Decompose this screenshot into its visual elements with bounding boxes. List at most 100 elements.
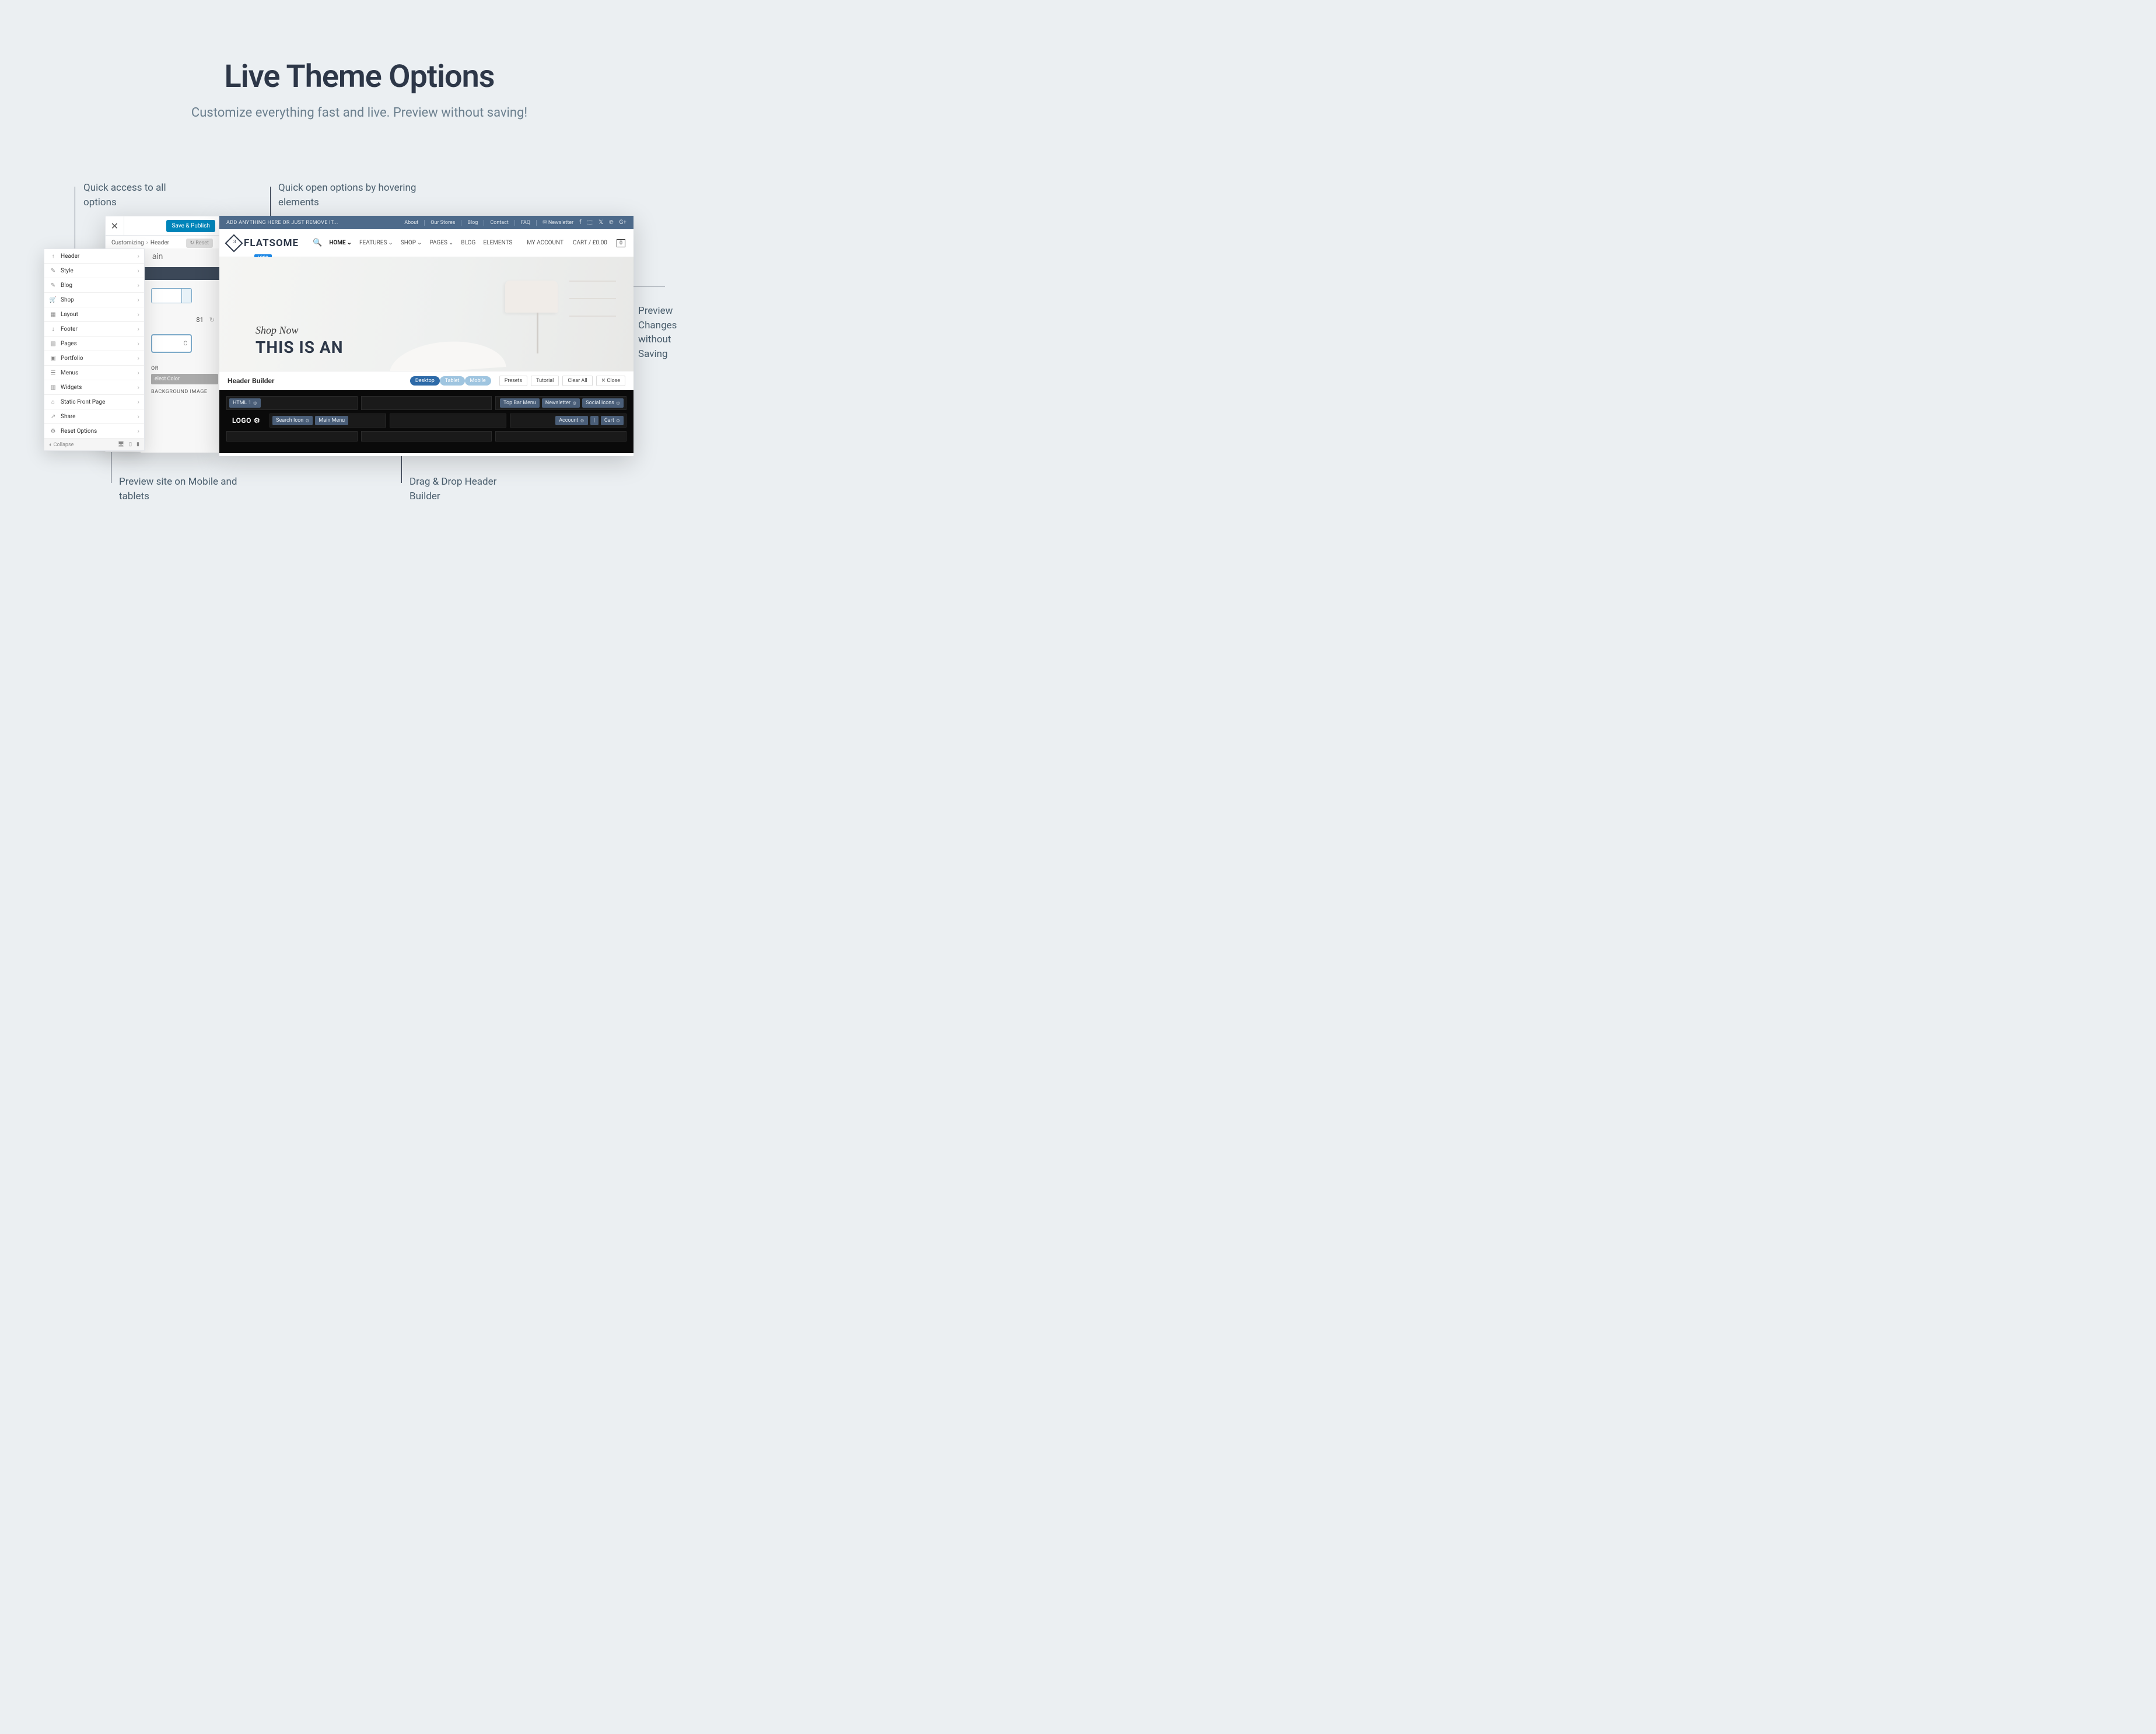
sidebar-item-layout[interactable]: ▦Layout›: [44, 307, 144, 322]
builder-logo-slot[interactable]: LOGO⚙: [226, 414, 266, 428]
account-link[interactable]: MY ACCOUNT: [527, 240, 564, 246]
dropdown[interactable]: C: [151, 334, 192, 353]
briefcase-icon: ▣: [49, 355, 57, 362]
newsletter-link[interactable]: ✉ Newsletter: [542, 220, 573, 226]
hero-headline: THIS IS AN: [256, 338, 343, 357]
mobile-preview-icon[interactable]: ▮: [136, 442, 139, 447]
sidebar-item-reset[interactable]: ⚙Reset Options›: [44, 424, 144, 439]
chip-topbar-menu[interactable]: Top Bar Menu: [500, 398, 540, 408]
builder-slot[interactable]: Top Bar Menu Newsletter⚙ Social Icons⚙: [495, 396, 626, 410]
nav-shop[interactable]: SHOP ⌄: [401, 240, 422, 246]
save-publish-button[interactable]: Save & Publish: [166, 220, 215, 232]
topbar-link-contact[interactable]: Contact: [490, 220, 508, 226]
brand-name: FLATSOME: [244, 237, 299, 249]
topbar-link-about[interactable]: About: [404, 220, 418, 226]
header-builder-title: Header Builder: [228, 377, 274, 385]
arrow-down-icon: ↓: [49, 326, 57, 332]
device-desktop[interactable]: Desktop: [410, 376, 440, 386]
chip-html1[interactable]: HTML 1⚙: [229, 398, 261, 408]
topbar-link-blog[interactable]: Blog: [467, 220, 478, 226]
chevron-right-icon: ›: [137, 252, 139, 260]
device-mobile[interactable]: Mobile: [465, 376, 491, 386]
google-plus-icon[interactable]: G+: [620, 219, 627, 226]
callout-preview-changes: Preview Changes without Saving: [638, 304, 685, 362]
builder-slot[interactable]: [361, 396, 492, 410]
topbar-link-faq[interactable]: FAQ: [521, 220, 530, 226]
gear-icon: ⚙: [49, 428, 57, 435]
close-button[interactable]: ✕: [106, 216, 124, 236]
chip-account[interactable]: Account⚙: [555, 416, 587, 425]
cart-count[interactable]: 0: [617, 239, 625, 247]
sidebar-item-share[interactable]: ↗Share›: [44, 409, 144, 424]
sidebar-item-header[interactable]: ↑Header›: [44, 249, 144, 264]
builder-slot[interactable]: [361, 431, 492, 442]
chip-search[interactable]: Search Icon⚙: [272, 416, 313, 425]
label-bg-image: BACKGROUND IMAGE: [151, 389, 219, 395]
nav-pages[interactable]: PAGES ⌄: [429, 240, 453, 246]
cart-link[interactable]: CART / £0.00: [573, 240, 607, 246]
chip-main-menu[interactable]: Main Menu: [315, 416, 348, 425]
label-or: OR: [151, 366, 219, 372]
chip-cart[interactable]: Cart⚙: [601, 416, 624, 425]
clear-all-button[interactable]: Clear All: [562, 376, 592, 386]
facebook-icon[interactable]: f: [579, 219, 581, 226]
lamp-graphic: [505, 281, 569, 362]
tablet-preview-icon[interactable]: ▯: [129, 442, 132, 447]
page-title: Live Theme Options: [0, 58, 719, 95]
search-icon[interactable]: 🔍: [313, 239, 322, 247]
nav-elements[interactable]: ELEMENTS: [483, 240, 512, 246]
chip-newsletter[interactable]: Newsletter⚙: [542, 398, 580, 408]
pinterest-icon[interactable]: ℗: [609, 219, 613, 226]
callout-quick-access: Quick access to all options: [83, 181, 183, 209]
sidebar-item-static-front[interactable]: ⌂Static Front Page›: [44, 395, 144, 409]
home-icon: ⌂: [49, 399, 57, 405]
logo[interactable]: FLATSOME LOGO: [228, 237, 299, 250]
top-bar: ADD ANYTHING HERE OR JUST REMOVE IT... A…: [219, 216, 634, 229]
builder-slot[interactable]: [226, 431, 358, 442]
slider-control[interactable]: 81 ↻: [141, 316, 219, 324]
sidebar-item-widgets[interactable]: ▥Widgets›: [44, 380, 144, 395]
gear-icon[interactable]: ⚙: [254, 416, 260, 425]
page-icon: ▤: [49, 341, 57, 347]
sidebar-item-menus[interactable]: ☰Menus›: [44, 366, 144, 380]
gear-icon[interactable]: ⚙: [253, 401, 257, 406]
sidebar-item-portfolio[interactable]: ▣Portfolio›: [44, 351, 144, 366]
sidebar-item-shop[interactable]: 🛒Shop›: [44, 293, 144, 307]
desktop-preview-icon[interactable]: 🖥: [118, 442, 124, 447]
collapse-button[interactable]: ◐ Collapse: [49, 442, 74, 448]
chip-social[interactable]: Social Icons⚙: [582, 398, 624, 408]
nav-blog[interactable]: BLOG: [461, 240, 475, 246]
sidebar-item-pages[interactable]: ▤Pages›: [44, 337, 144, 351]
topbar-link-stores[interactable]: Our Stores: [430, 220, 455, 226]
device-tablet[interactable]: Tablet: [440, 376, 465, 386]
sidebar-item-footer[interactable]: ↓Footer›: [44, 322, 144, 337]
hero-banner: Shop Now THIS IS AN: [219, 257, 634, 371]
color-select[interactable]: elect Color: [151, 374, 218, 384]
shelf-graphic: [569, 269, 616, 333]
sidebar-item-blog[interactable]: ✎Blog›: [44, 278, 144, 293]
builder-slot[interactable]: [495, 431, 626, 442]
share-icon: ↗: [49, 414, 57, 420]
tutorial-button[interactable]: Tutorial: [531, 376, 559, 386]
builder-slot[interactable]: Account⚙ | Cart⚙: [510, 414, 626, 428]
sidebar-item-style[interactable]: ✎Style›: [44, 264, 144, 278]
builder-slot[interactable]: Search Icon⚙ Main Menu: [270, 414, 386, 428]
header-builder-toolbar: Header Builder Desktop Tablet Mobile Pre…: [219, 371, 634, 390]
callout-quick-open: Quick open options by hovering elements: [278, 181, 442, 209]
reset-button[interactable]: ↻ Reset: [186, 239, 213, 248]
twitter-icon[interactable]: 𝕏: [598, 219, 603, 226]
builder-slot[interactable]: [390, 414, 506, 428]
chevron-down-icon: ⌄: [347, 240, 352, 246]
layout-select[interactable]: [151, 288, 192, 303]
topbar-text: ADD ANYTHING HERE OR JUST REMOVE IT...: [226, 220, 338, 226]
chip-divider[interactable]: |: [590, 416, 598, 425]
close-builder-button[interactable]: ✕ Close: [596, 376, 625, 386]
pencil-icon: ✎: [49, 282, 57, 289]
builder-slot[interactable]: HTML 1⚙: [226, 396, 358, 410]
nav-features[interactable]: FEATURES ⌄: [359, 240, 393, 246]
nav-home[interactable]: HOME ⌄: [329, 240, 352, 246]
instagram-icon[interactable]: ⬚: [587, 219, 593, 226]
widgets-icon: ▥: [49, 384, 57, 391]
refresh-icon[interactable]: ↻: [209, 316, 215, 324]
presets-button[interactable]: Presets: [499, 376, 527, 386]
